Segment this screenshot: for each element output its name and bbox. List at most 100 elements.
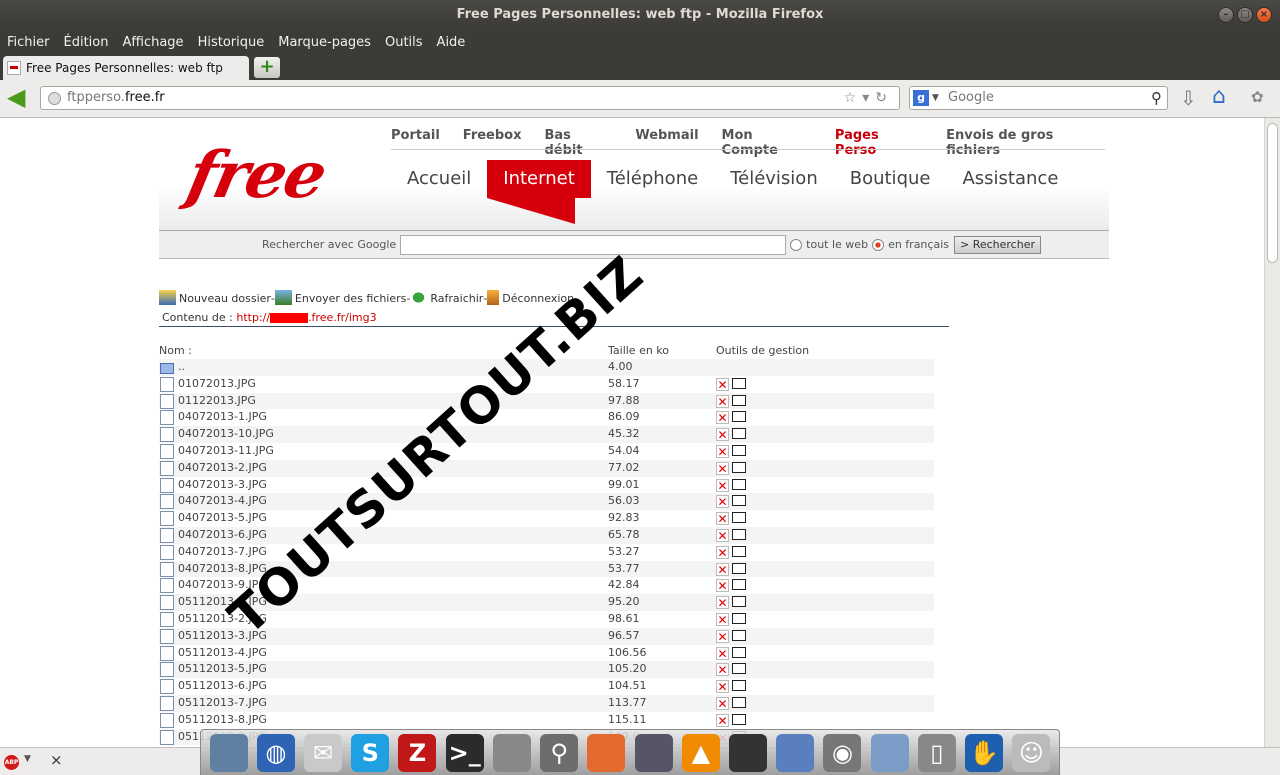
topnav-webmail[interactable]: Webmail bbox=[635, 128, 698, 158]
file-name[interactable]: 01122013.JPG bbox=[178, 393, 256, 409]
radio-web[interactable] bbox=[790, 238, 803, 251]
topnav-bas-debit[interactable]: Bas débit bbox=[545, 128, 613, 158]
delete-icon[interactable]: ✕ bbox=[716, 629, 729, 643]
topnav-portail[interactable]: Portail bbox=[391, 128, 440, 158]
magnifier-icon[interactable]: ⚲ bbox=[1151, 87, 1162, 109]
delete-icon[interactable]: ✕ bbox=[716, 696, 729, 710]
settings-icon[interactable] bbox=[492, 733, 531, 772]
mail-icon[interactable]: ✉ bbox=[304, 733, 343, 772]
file-name[interactable]: 04072013-4.JPG bbox=[178, 493, 267, 509]
dropdown-arrow-icon[interactable]: ▾ bbox=[862, 90, 875, 106]
file-name[interactable]: 04072013-6.JPG bbox=[178, 527, 267, 543]
send-files-link[interactable]: Envoyer des fichiers bbox=[295, 292, 406, 305]
file-name[interactable]: 04072013-2.JPG bbox=[178, 460, 267, 476]
file-name[interactable]: 01072013.JPG bbox=[178, 376, 256, 392]
menu-historique[interactable]: Historique bbox=[198, 35, 265, 50]
maximize-icon[interactable]: □ bbox=[1237, 7, 1253, 23]
close-icon[interactable]: × bbox=[50, 751, 63, 769]
file-name[interactable]: 04072013-3.JPG bbox=[178, 477, 267, 493]
delete-icon[interactable]: ✕ bbox=[716, 428, 729, 442]
mainnav-internet[interactable]: Internet bbox=[487, 160, 591, 224]
file-name[interactable]: 05112013-5.JPG bbox=[178, 661, 267, 677]
extension-icon[interactable]: ✿ bbox=[1251, 88, 1264, 106]
delete-icon[interactable]: ✕ bbox=[716, 562, 729, 576]
file-name[interactable]: 05112013-4.JPG bbox=[178, 645, 267, 661]
delete-icon[interactable]: ✕ bbox=[716, 377, 729, 391]
hand-icon[interactable]: ✋ bbox=[965, 733, 1004, 772]
camera-icon[interactable]: ◉ bbox=[823, 733, 862, 772]
rename-icon[interactable] bbox=[732, 411, 746, 423]
globe-icon[interactable]: ◍ bbox=[256, 733, 295, 772]
software-icon[interactable] bbox=[587, 733, 626, 772]
paint-icon[interactable] bbox=[776, 733, 815, 772]
rename-icon[interactable] bbox=[732, 713, 746, 725]
menu-fichier[interactable]: Fichier bbox=[7, 35, 50, 50]
new-tab-button[interactable]: + bbox=[254, 57, 280, 78]
rename-icon[interactable] bbox=[732, 528, 746, 540]
rename-icon[interactable] bbox=[732, 495, 746, 507]
trash-icon[interactable]: ▯ bbox=[917, 733, 956, 772]
mainnav-accueil[interactable]: Accueil bbox=[391, 160, 487, 198]
download-icon[interactable]: ⇩ bbox=[1180, 86, 1197, 110]
content-url-start[interactable]: http:// bbox=[236, 311, 270, 324]
scrollbar[interactable] bbox=[1264, 118, 1280, 747]
engine-dropdown-icon[interactable]: ▼ bbox=[932, 87, 939, 109]
terminal-icon[interactable]: >_ bbox=[445, 733, 484, 772]
minimize-icon[interactable]: – bbox=[1218, 7, 1234, 23]
file-name[interactable]: 04072013-11.JPG bbox=[178, 443, 274, 459]
rename-icon[interactable] bbox=[732, 646, 746, 658]
google-search-input[interactable] bbox=[400, 234, 787, 255]
tab-active[interactable]: Free Pages Personnelles: web ftp bbox=[3, 56, 249, 80]
content-url-end[interactable]: .free.fr/img3 bbox=[308, 311, 377, 324]
rename-icon[interactable] bbox=[732, 512, 746, 524]
search-icon[interactable]: ⚲ bbox=[540, 733, 579, 772]
rename-icon[interactable] bbox=[732, 562, 746, 574]
scrollbar-thumb[interactable] bbox=[1267, 123, 1278, 263]
delete-icon[interactable]: ✕ bbox=[716, 495, 729, 509]
menu-outils[interactable]: Outils bbox=[385, 35, 423, 50]
delete-icon[interactable]: ✕ bbox=[716, 444, 729, 458]
topnav-freebox[interactable]: Freebox bbox=[463, 128, 522, 158]
rename-icon[interactable] bbox=[732, 629, 746, 641]
mainnav-television[interactable]: Télévision bbox=[714, 160, 834, 198]
delete-icon[interactable]: ✕ bbox=[716, 461, 729, 475]
rename-icon[interactable] bbox=[732, 478, 746, 490]
rename-icon[interactable] bbox=[732, 612, 746, 624]
back-arrow-icon[interactable]: ◀ bbox=[7, 85, 33, 110]
delete-icon[interactable]: ✕ bbox=[716, 512, 729, 526]
mainnav-telephone[interactable]: Téléphone bbox=[591, 160, 714, 198]
skype-icon[interactable]: S bbox=[351, 733, 390, 772]
file-name[interactable]: 04072013-1.JPG bbox=[178, 409, 267, 425]
rename-icon[interactable] bbox=[732, 696, 746, 708]
delete-icon[interactable]: ✕ bbox=[716, 663, 729, 677]
menu-aide[interactable]: Aide bbox=[437, 35, 466, 50]
adblock-dropdown-icon[interactable]: ▼ bbox=[24, 754, 31, 764]
new-folder-icon[interactable] bbox=[159, 290, 176, 305]
rename-icon[interactable] bbox=[732, 461, 746, 473]
file-name[interactable]: 04072013-10.JPG bbox=[178, 426, 274, 442]
video-editor-icon[interactable] bbox=[729, 733, 768, 772]
topnav-envois[interactable]: Envois de gros fichiers bbox=[946, 128, 1109, 158]
rename-icon[interactable] bbox=[732, 377, 746, 389]
file-name[interactable]: 05112013-7.JPG bbox=[178, 695, 267, 711]
file-name[interactable]: 04072013-5.JPG bbox=[178, 510, 267, 526]
rename-icon[interactable] bbox=[732, 444, 746, 456]
file-name[interactable]: 04072013-7.JPG bbox=[178, 544, 267, 560]
file-name[interactable]: 05112013-8.JPG bbox=[178, 712, 267, 728]
delete-icon[interactable]: ✕ bbox=[716, 528, 729, 542]
editor-icon[interactable] bbox=[634, 733, 673, 772]
rename-icon[interactable] bbox=[732, 579, 746, 591]
menu-marque-pages[interactable]: Marque-pages bbox=[278, 35, 371, 50]
file-name[interactable]: .. bbox=[178, 359, 185, 375]
menu-affichage[interactable]: Affichage bbox=[122, 35, 183, 50]
search-button[interactable]: > Rechercher bbox=[953, 235, 1041, 254]
delete-icon[interactable]: ✕ bbox=[716, 612, 729, 626]
delete-icon[interactable]: ✕ bbox=[716, 596, 729, 610]
rename-icon[interactable] bbox=[732, 596, 746, 608]
delete-icon[interactable]: ✕ bbox=[716, 411, 729, 425]
delete-icon[interactable]: ✕ bbox=[716, 646, 729, 660]
topnav-mon-compte[interactable]: Mon Compte bbox=[722, 128, 812, 158]
delete-icon[interactable]: ✕ bbox=[716, 394, 729, 408]
delete-icon[interactable]: ✕ bbox=[716, 478, 729, 492]
rename-icon[interactable] bbox=[732, 394, 746, 406]
